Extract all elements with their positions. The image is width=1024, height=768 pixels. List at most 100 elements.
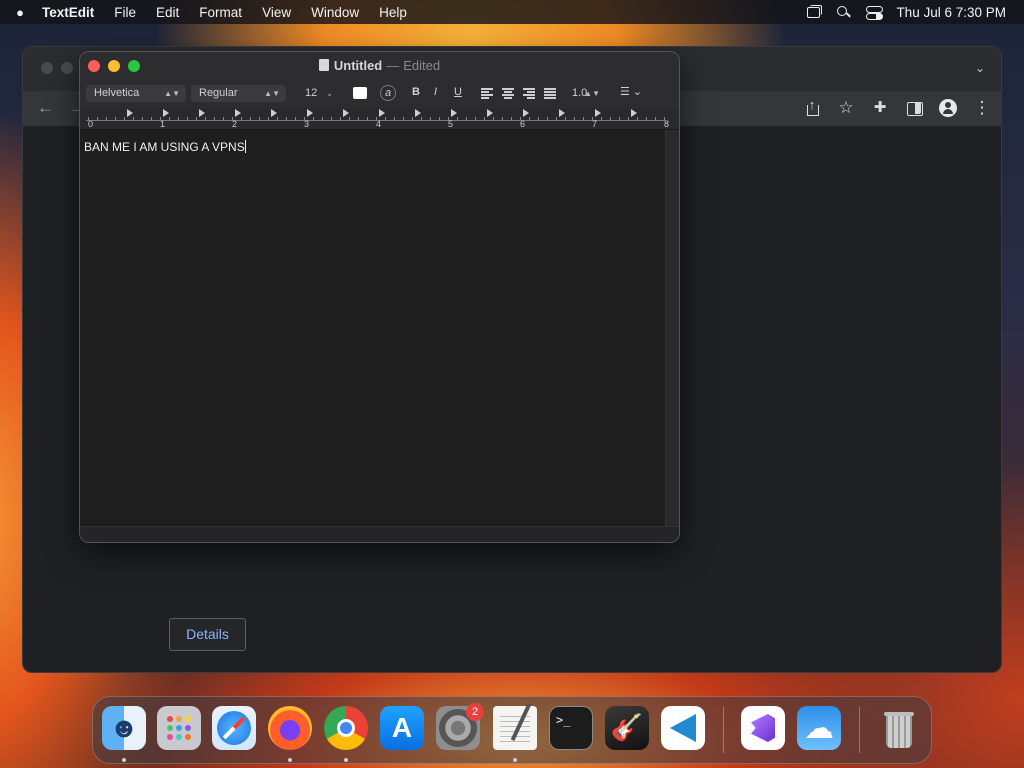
menu-window[interactable]: Window <box>301 5 369 20</box>
ruler-tick <box>565 117 566 120</box>
highlight-color-button[interactable]: a <box>380 85 396 101</box>
dock-system-settings-icon[interactable]: 2 <box>436 703 484 750</box>
extensions-puzzle-icon[interactable] <box>871 99 889 117</box>
ruler-tick <box>367 117 368 120</box>
ruler-tick <box>205 117 206 120</box>
dock-textedit-icon[interactable] <box>493 706 537 750</box>
ruler-tick <box>331 117 332 120</box>
ruler-tick <box>475 117 476 120</box>
more-menu-icon[interactable] <box>973 99 991 117</box>
menu-help[interactable]: Help <box>369 5 417 20</box>
text-caret <box>244 140 246 153</box>
ruler-tick <box>376 117 377 120</box>
ruler-tick <box>124 117 125 120</box>
ruler-tick <box>313 117 314 120</box>
align-center-icon[interactable] <box>502 88 514 99</box>
control-center-icon[interactable] <box>866 5 884 20</box>
ruler-tick <box>628 117 629 120</box>
align-justify-icon[interactable] <box>544 88 556 99</box>
line-spacing-popup[interactable]: 1.0 ▲▼ <box>568 85 606 102</box>
align-right-icon[interactable] <box>523 88 535 99</box>
ruler-tick <box>106 117 107 120</box>
ruler-tick <box>394 117 395 120</box>
dock-weather-icon[interactable] <box>797 706 841 750</box>
ruler-tick <box>349 117 350 120</box>
side-panel-icon[interactable] <box>905 99 923 117</box>
spotlight-search-icon[interactable] <box>836 5 852 19</box>
dock-vscode-icon[interactable] <box>661 706 705 750</box>
dock-separator <box>723 707 724 753</box>
font-style-chevron-icon: ▲▼ <box>264 89 280 98</box>
ruler-tick <box>511 117 512 120</box>
ruler-tick <box>448 117 449 120</box>
align-left-icon[interactable] <box>481 88 493 99</box>
font-style-popup[interactable]: Regular ▲▼ <box>191 85 286 102</box>
menu-edit[interactable]: Edit <box>146 5 189 20</box>
font-size-combo[interactable]: 12 ⌄ <box>297 85 339 102</box>
dock-visual-studio-icon[interactable] <box>741 706 785 750</box>
ruler-tick <box>214 117 215 120</box>
font-size-chevron-icon: ⌄ <box>326 89 333 98</box>
menu-file[interactable]: File <box>104 5 146 20</box>
textedit-title-bar[interactable]: Untitled — Edited <box>80 52 679 80</box>
text-color-swatch[interactable] <box>353 87 367 99</box>
ruler-tick <box>655 117 656 120</box>
ruler-number: 3 <box>304 119 310 129</box>
ruler-tick <box>151 117 152 120</box>
ruler-number: 2 <box>232 119 238 129</box>
ruler-number: 5 <box>448 119 454 129</box>
screen-mirroring-icon[interactable] <box>806 5 823 19</box>
ruler-tick <box>619 117 620 120</box>
horizontal-scroll-area <box>80 526 679 542</box>
ruler-tick <box>538 117 539 120</box>
list-bullets-icon[interactable]: ☰ ⌄ <box>620 85 642 98</box>
underline-button[interactable]: U <box>454 86 462 98</box>
ruler-tick <box>187 117 188 120</box>
dock-finder-icon[interactable] <box>102 706 146 750</box>
textedit-window: Untitled — Edited Helvetica ▲▼ Regular ▲▼ 12… <box>79 51 680 543</box>
back-arrow-icon[interactable]: ← <box>37 98 54 118</box>
share-icon[interactable] <box>803 96 821 117</box>
italic-button[interactable]: I <box>434 86 437 98</box>
menu-app-name[interactable]: TextEdit <box>40 5 104 20</box>
dock-chrome-icon[interactable] <box>324 706 368 750</box>
ruler-tick <box>241 117 242 120</box>
ruler-tick <box>421 117 422 120</box>
bold-button[interactable]: B <box>412 86 420 98</box>
ruler-tick <box>259 117 260 120</box>
document-body-text: BAN ME I AM USING A VPNS <box>84 140 245 154</box>
tab-search-chevron-icon[interactable]: ⌄ <box>975 61 985 75</box>
menu-format[interactable]: Format <box>189 5 252 20</box>
ruler-tick <box>196 117 197 120</box>
edited-status: Edited <box>403 58 441 73</box>
ruler-tick <box>601 117 602 120</box>
apple-menu-icon[interactable]: ● <box>0 5 40 20</box>
ruler-tick <box>223 117 224 120</box>
dock-firefox-icon[interactable] <box>268 706 312 750</box>
settings-notification-badge: 2 <box>466 703 484 721</box>
dock-terminal-icon[interactable] <box>549 706 593 750</box>
ruler-number: 7 <box>592 119 598 129</box>
vertical-scrollbar[interactable] <box>665 130 679 528</box>
menu-view[interactable]: View <box>252 5 301 20</box>
details-button[interactable]: Details <box>169 618 246 651</box>
ruler-tick <box>358 117 359 120</box>
dock-garageband-icon[interactable] <box>605 706 649 750</box>
font-family-popup[interactable]: Helvetica ▲▼ <box>86 85 186 102</box>
document-text[interactable]: BAN ME I AM USING A VPNS <box>84 140 246 154</box>
menu-bar: ● TextEdit File Edit Format View Window … <box>0 0 1024 24</box>
ruler-tick <box>610 117 611 120</box>
dock-trash-icon[interactable] <box>877 706 921 750</box>
dock-launchpad-icon[interactable] <box>157 706 201 750</box>
browser-close-button[interactable] <box>41 62 53 74</box>
profile-avatar-icon[interactable] <box>939 99 957 117</box>
ruler[interactable]: 0 1 2 3 4 5 6 7 8 <box>80 108 679 130</box>
ruler-tick <box>340 117 341 120</box>
window-title: Untitled — Edited <box>80 58 679 73</box>
dock-app-store-icon[interactable] <box>380 706 424 750</box>
dock-safari-icon[interactable] <box>212 706 256 750</box>
bookmark-star-icon[interactable] <box>837 99 855 117</box>
document-text-area[interactable]: BAN ME I AM USING A VPNS <box>80 130 666 528</box>
menu-bar-clock[interactable]: Thu Jul 6 7:30 PM <box>896 5 1006 20</box>
browser-minimize-button[interactable] <box>61 62 73 74</box>
